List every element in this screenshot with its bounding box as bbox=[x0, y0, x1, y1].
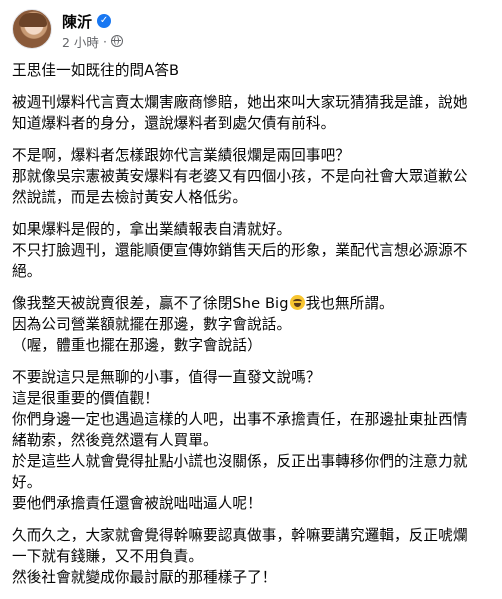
avatar-hair bbox=[19, 13, 47, 27]
post-body: 王思佳一如既往的問A答B 被週刊爆料代言賣太爛害廠商慘賠，她出來叫大家玩猜猜我是… bbox=[12, 60, 490, 599]
author-row: 陳沂 ✓ bbox=[62, 11, 112, 32]
meta-separator: · bbox=[102, 33, 107, 49]
author-name[interactable]: 陳沂 bbox=[62, 11, 92, 32]
globe-icon bbox=[110, 35, 123, 47]
text-line: 絕。 bbox=[12, 263, 42, 280]
avatar[interactable] bbox=[12, 9, 52, 49]
paragraph-6: 不要說這只是無聊的小事，值得一直發文說嗎？ 這是很重要的價值觀！ 你們身邊一定也… bbox=[12, 367, 490, 514]
text-line: 要他們承擔責任還會被說咄咄逼人呢！ bbox=[12, 495, 262, 512]
text-line: 不要說這只是無聊的小事，值得一直發文說嗎？ bbox=[12, 369, 321, 386]
text-line: 你們身邊一定也遇過這樣的人吧，出事不承擔責任，在那邊扯東扯西情 bbox=[12, 411, 468, 428]
verified-badge-icon: ✓ bbox=[97, 14, 112, 28]
paragraph-1: 王思佳一如既往的問A答B bbox=[12, 60, 490, 81]
text-line: 久而久之，大家就會覺得幹嘛要認真做事，幹嘛要講究邏輯，反正唬爛 bbox=[12, 527, 468, 544]
text-line: 被週刊爆料代言賣太爛害廠商慘賠，她出來叫大家玩猜猜我是誰，說她 bbox=[12, 94, 468, 111]
paragraph-7: 久而久之，大家就會覺得幹嘛要認真做事，幹嘛要講究邏輯，反正唬爛 一下就有錢賺，又… bbox=[12, 525, 490, 588]
text-line: （喔，體重也擺在那邊，數字會說話） bbox=[12, 337, 262, 354]
paragraph-2: 被週刊爆料代言賣太爛害廠商慘賠，她出來叫大家玩猜猜我是誰，說她 知道爆料者的身分… bbox=[12, 92, 490, 134]
post-meta: 2 小時 · bbox=[62, 32, 123, 51]
post-timestamp[interactable]: 2 小時 bbox=[62, 32, 99, 51]
text-line: 因為公司營業額就擺在那邊，數字會說話。 bbox=[12, 316, 292, 333]
text-segment: 像我整天被說賣很差，贏不了徐閉She Big bbox=[12, 295, 289, 312]
text-segment: 我也無所謂。 bbox=[305, 295, 394, 312]
text-line: 知道爆料者的身分，還說爆料者到處欠債有前科。 bbox=[12, 115, 336, 132]
paragraph-3: 不是啊，爆料者怎樣跟妳代言業績很爛是兩回事吧？ 那就像吳宗憲被黃安爆料有老婆又有… bbox=[12, 145, 490, 208]
text-line: 於是這些人就會覺得扯點小謊也沒關係，反正出事轉移你們的注意力就 bbox=[12, 453, 468, 470]
facebook-post: 陳沂 ✓ 2 小時 · 王思佳一如既往的問A答B 被週刊爆料代言賣太爛害廠商慘賠… bbox=[0, 0, 502, 586]
text-line: 如果爆料是假的，拿出業績報表自清就好。 bbox=[12, 221, 292, 238]
text-line: 這是很重要的價值觀！ bbox=[12, 390, 159, 407]
text-line: 一下就有錢賺，又不用負責。 bbox=[12, 548, 204, 565]
text-line: 王思佳一如既往的問A答B bbox=[12, 62, 180, 79]
text-line: 不只打臉週刊，還能順便宣傳妳銷售天后的形象，業配代言想必源源不 bbox=[12, 242, 468, 259]
text-line: 那就像吳宗憲被黃安爆料有老婆又有四個小孩，不是向社會大眾道歉公 bbox=[12, 168, 468, 185]
paragraph-5: 像我整天被說賣很差，贏不了徐閉She Big 我也無所謂。 因為公司營業額就擺在那… bbox=[12, 293, 490, 356]
paragraph-4: 如果爆料是假的，拿出業績報表自清就好。 不只打臉週刊，還能順便宣傳妳銷售天后的形… bbox=[12, 219, 490, 282]
text-line: 然說謊，而是去檢討黃安人格低劣。 bbox=[12, 189, 248, 206]
text-line: 緒勒索，然後竟然還有人買單。 bbox=[12, 432, 218, 449]
text-line: 不是啊，爆料者怎樣跟妳代言業績很爛是兩回事吧？ bbox=[12, 147, 350, 164]
text-line-with-emoji: 像我整天被說賣很差，贏不了徐閉She Big 我也無所謂。 bbox=[12, 293, 490, 314]
text-line: 然後社會就變成你最討厭的那種樣子了！ bbox=[12, 569, 277, 586]
text-line: 好。 bbox=[12, 474, 42, 491]
post-header: 陳沂 ✓ 2 小時 · bbox=[12, 9, 482, 53]
rolling-laughing-emoji-icon bbox=[289, 295, 305, 310]
